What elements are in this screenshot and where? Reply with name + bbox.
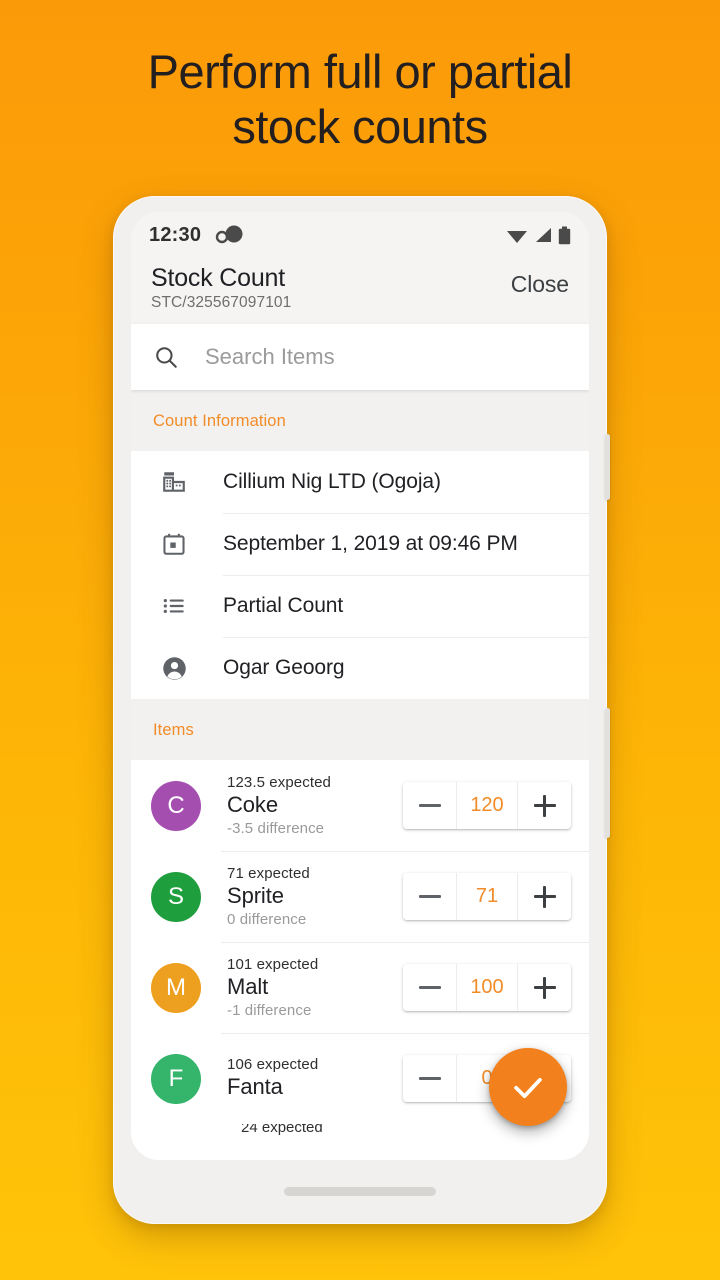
table-row[interactable]: S 71 expected Sprite 0 difference 71 (131, 851, 589, 942)
item-details: 101 expected Malt -1 difference (227, 956, 403, 1019)
quantity-value[interactable]: 100 (456, 964, 518, 1011)
building-icon (153, 469, 195, 495)
increment-button[interactable] (518, 873, 571, 920)
decrement-button[interactable] (403, 1055, 456, 1102)
app-bar: Stock Count STC/325567097101 Close (131, 258, 589, 324)
status-bar-clock: 12:30 (149, 223, 202, 246)
item-details: 123.5 expected Coke -3.5 difference (227, 774, 403, 837)
item-difference: -1 difference (227, 1002, 312, 1019)
table-row[interactable]: C 123.5 expected Coke -3.5 difference 12… (131, 760, 589, 851)
item-expected: 123.5 expected (227, 774, 331, 791)
section-header-count-information: Count Information (131, 390, 589, 451)
search-bar[interactable] (131, 324, 589, 390)
search-input[interactable] (205, 344, 525, 370)
info-row-user[interactable]: Ogar Geoorg (131, 637, 589, 699)
info-row-location-text: Cillium Nig LTD (Ogoja) (223, 470, 441, 493)
item-details: 106 expected Fanta (227, 1056, 403, 1102)
avatar: F (151, 1053, 201, 1104)
minus-icon (418, 895, 441, 898)
status-bar: 12:30 (131, 212, 589, 258)
promo-headline-line-2: stock counts (232, 100, 488, 154)
phone-screen: 12:30 Stock Count STC/325567097101 Close… (131, 212, 589, 1160)
phone-volume-button[interactable] (605, 708, 610, 838)
info-row-user-text: Ogar Geoorg (223, 656, 345, 679)
avatar: S (151, 871, 201, 922)
promo-headline: Perform full or partial stock counts (0, 44, 720, 155)
page-subtitle-reference: STC/325567097101 (151, 294, 292, 311)
status-bar-indicators (506, 226, 571, 245)
table-row[interactable]: M 101 expected Malt -1 difference 100 (131, 942, 589, 1033)
calendar-icon (153, 531, 195, 557)
app-bar-title-group: Stock Count STC/325567097101 (151, 264, 511, 312)
phone-mockup: 12:30 Stock Count STC/325567097101 Close… (113, 196, 610, 1224)
info-row-count-type[interactable]: Partial Count (131, 575, 589, 637)
item-name: Sprite (227, 883, 284, 908)
info-row-location[interactable]: Cillium Nig LTD (Ogoja) (131, 451, 589, 513)
confirm-count-fab[interactable] (489, 1048, 567, 1126)
decrement-button[interactable] (403, 873, 456, 920)
quantity-stepper[interactable]: 71 (403, 873, 571, 920)
phone-power-button[interactable] (605, 434, 610, 500)
quantity-value[interactable]: 71 (456, 873, 518, 920)
notification-dot-icon (215, 225, 243, 244)
quantity-value[interactable]: 120 (456, 782, 518, 829)
decrement-button[interactable] (403, 782, 456, 829)
avatar: M (151, 962, 201, 1013)
item-expected: 24 expected (241, 1124, 323, 1136)
status-bar-notifications (215, 225, 245, 245)
avatar: C (151, 780, 201, 831)
info-row-date[interactable]: September 1, 2019 at 09:46 PM (131, 513, 589, 575)
item-name: Malt (227, 974, 269, 999)
item-difference: 0 difference (227, 911, 307, 928)
item-expected: 71 expected (227, 865, 310, 882)
list-item[interactable]: 24 expected (131, 1124, 589, 1146)
info-row-count-type-text: Partial Count (223, 594, 344, 617)
check-icon (514, 1077, 542, 1099)
item-expected: 106 expected (227, 1055, 319, 1073)
list-icon (153, 593, 195, 619)
increment-button[interactable] (518, 782, 571, 829)
decrement-button[interactable] (403, 964, 456, 1011)
quantity-stepper[interactable]: 120 (403, 782, 571, 829)
minus-icon (418, 1077, 441, 1080)
close-button[interactable]: Close (511, 264, 569, 298)
promo-headline-line-1: Perform full or partial (147, 45, 573, 98)
battery-icon (558, 226, 571, 244)
page-title: Stock Count (151, 264, 285, 292)
item-name: Coke (227, 792, 278, 817)
count-information-list: Cillium Nig LTD (Ogoja) September 1, 201… (131, 451, 589, 699)
search-icon (156, 347, 177, 368)
plus-icon (533, 794, 556, 817)
minus-icon (418, 986, 441, 989)
plus-icon (533, 976, 556, 999)
item-name: Fanta (227, 1073, 283, 1099)
cell-signal-icon (536, 228, 551, 242)
wifi-icon (507, 231, 527, 243)
item-expected: 101 expected (227, 956, 319, 973)
section-header-items: Items (131, 699, 589, 760)
item-difference: -3.5 difference (227, 820, 325, 837)
quantity-stepper[interactable]: 100 (403, 964, 571, 1011)
account-icon (153, 655, 195, 682)
plus-icon (533, 885, 556, 908)
item-details: 71 expected Sprite 0 difference (227, 865, 403, 928)
increment-button[interactable] (518, 964, 571, 1011)
info-row-date-text: September 1, 2019 at 09:46 PM (223, 532, 518, 555)
minus-icon (418, 804, 441, 807)
home-indicator[interactable] (284, 1187, 436, 1196)
